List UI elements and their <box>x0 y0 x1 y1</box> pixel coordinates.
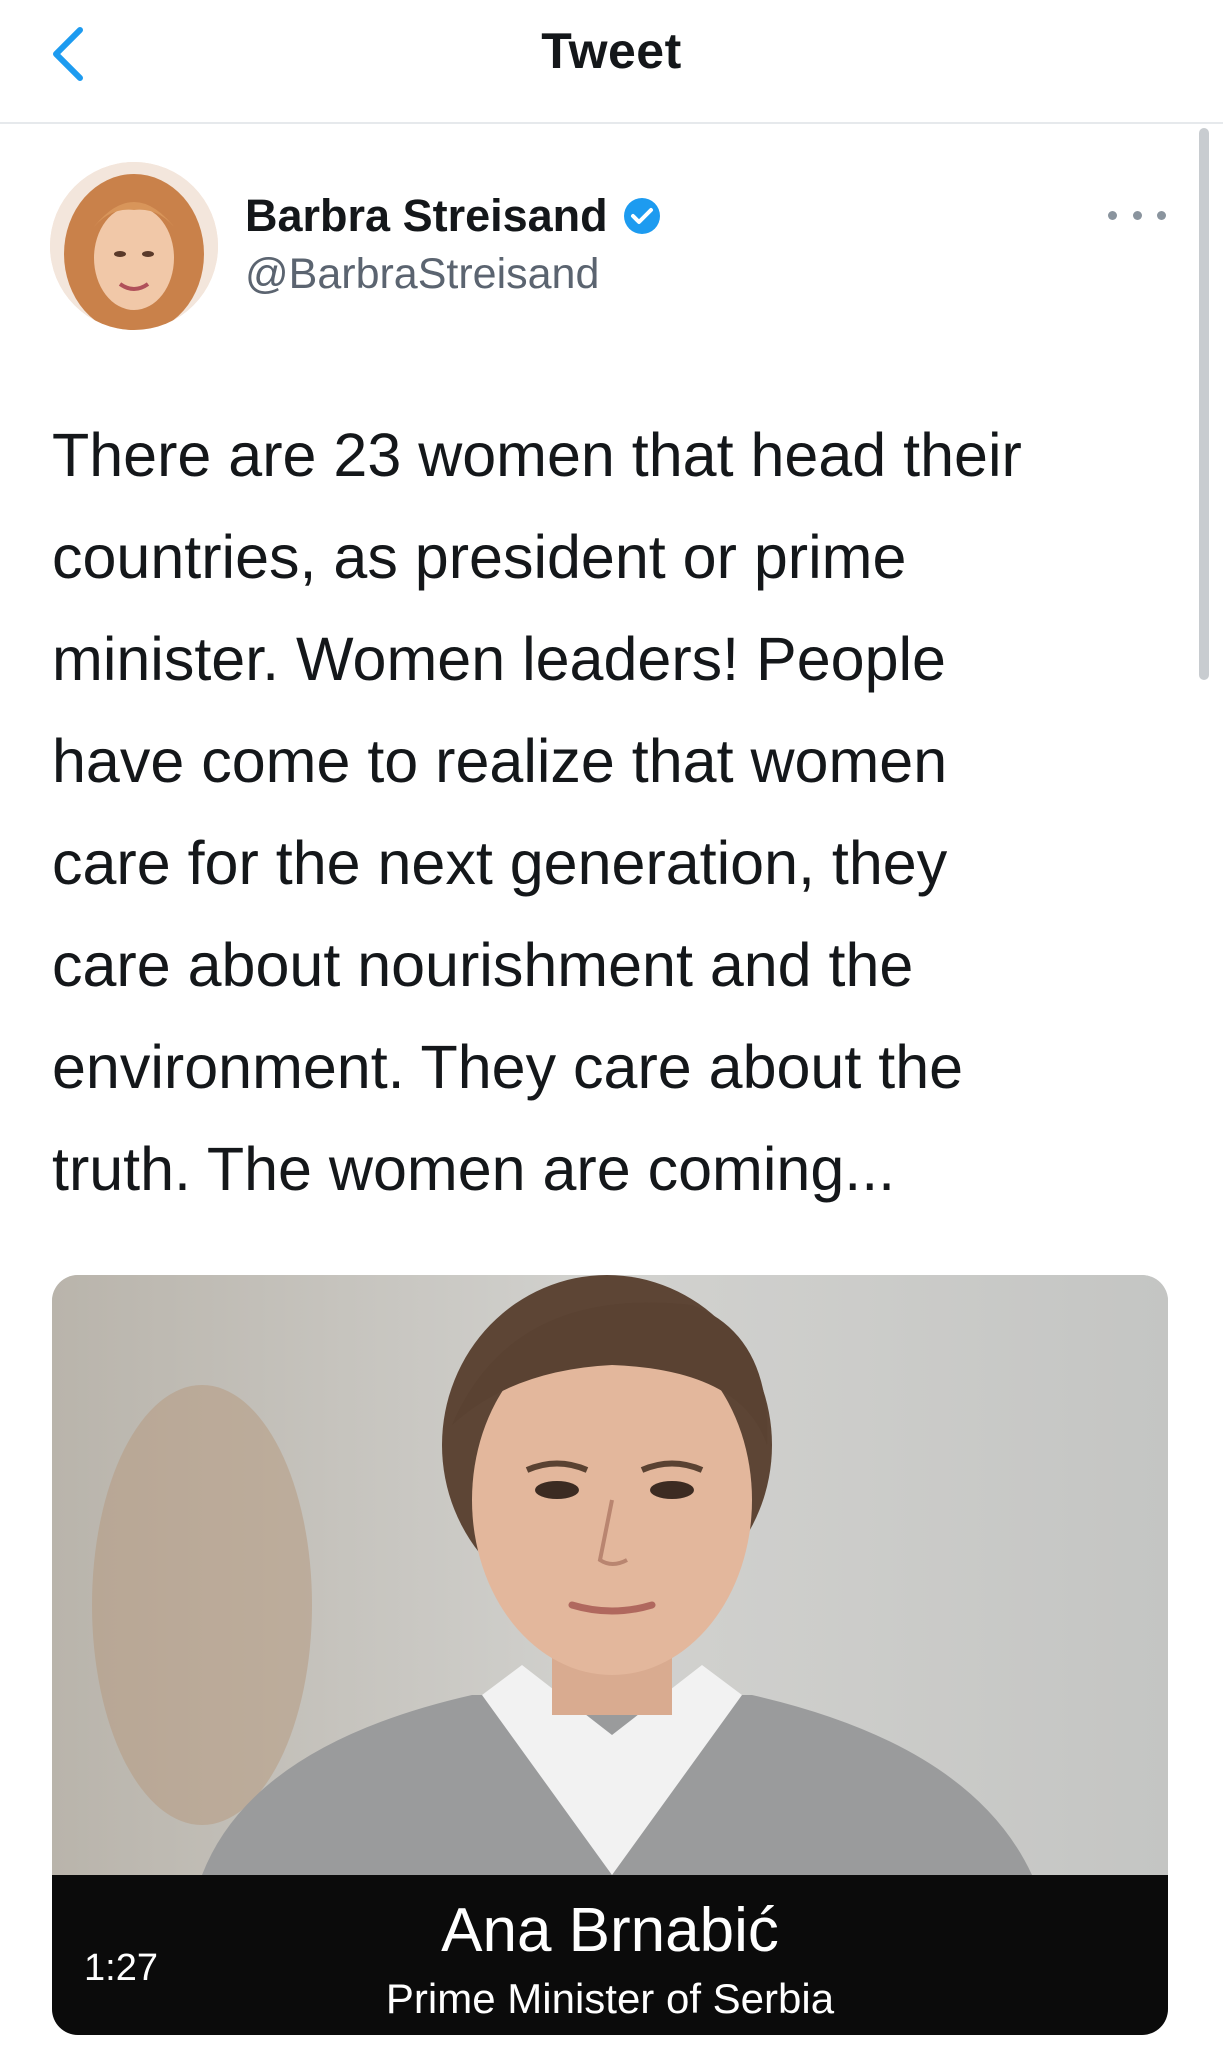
more-dot-icon <box>1132 210 1142 220</box>
caption-role: Prime Minister of Serbia <box>385 1975 835 2022</box>
scrollbar[interactable] <box>1199 128 1209 680</box>
more-options-button[interactable] <box>1108 205 1166 225</box>
author-name-label: Barbra Streisand <box>245 190 608 241</box>
caption-name: Ana Brnabić <box>441 1896 779 1965</box>
video-duration: 1:27 <box>84 1947 158 1989</box>
page-title: Tweet <box>541 23 682 79</box>
avatar[interactable] <box>50 162 218 330</box>
author-name[interactable]: Barbra Streisand <box>245 190 662 242</box>
top-bar: Tweet <box>0 0 1223 124</box>
verified-badge-icon <box>622 196 662 236</box>
video-thumbnail <box>52 1275 1168 1875</box>
more-dot-icon <box>1108 210 1117 220</box>
author-handle[interactable]: @BarbraStreisand <box>245 250 599 299</box>
video-media[interactable]: Ana Brnabić Prime Minister of Serbia 1:2… <box>52 1275 1168 2035</box>
more-dot-icon <box>1157 210 1166 220</box>
video-caption-bar: Ana Brnabić Prime Minister of Serbia <box>52 1875 1168 2035</box>
tweet-text: There are 23 women that head their count… <box>52 421 1022 1203</box>
